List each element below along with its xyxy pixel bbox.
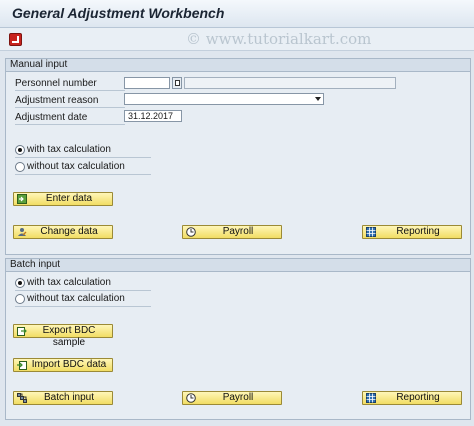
batch-without-tax-label[interactable]: without tax calculation xyxy=(27,293,125,305)
export-icon xyxy=(17,327,27,336)
import-bdc-label: Import BDC data xyxy=(31,359,107,370)
reporting-grid-icon xyxy=(366,393,376,403)
manual-with-tax-radio[interactable] xyxy=(15,145,25,155)
manual-without-tax-label[interactable]: without tax calculation xyxy=(27,161,125,173)
batch-without-tax-radio[interactable] xyxy=(15,294,25,304)
batch-with-tax-label[interactable]: with tax calculation xyxy=(27,277,111,289)
reporting-grid-icon xyxy=(366,227,376,237)
personnel-number-label: Personnel number xyxy=(15,78,97,89)
adjustment-reason-select[interactable] xyxy=(124,93,324,105)
reporting-label: Reporting xyxy=(396,226,440,237)
batch-input-group: Batch input with tax calculation without… xyxy=(5,258,471,420)
personnel-number-input[interactable] xyxy=(124,77,170,89)
adjustment-date-underline xyxy=(15,124,125,125)
export-bdc-label: Export BDC sample xyxy=(42,325,96,348)
manual-radio-underline-2 xyxy=(15,174,151,175)
export-bdc-button[interactable]: Export BDC sample xyxy=(13,324,113,348)
adjustment-reason-label: Adjustment reason xyxy=(15,95,99,106)
batch-input-header: Batch input xyxy=(6,259,470,272)
batch-payroll-label: Payroll xyxy=(222,392,254,403)
change-data-icon xyxy=(18,228,27,236)
enter-data-icon xyxy=(17,194,27,204)
adjustment-date-input[interactable]: 31.12.2017 xyxy=(124,110,182,122)
batch-with-tax-radio[interactable] xyxy=(15,278,25,288)
adjustment-date-label: Adjustment date xyxy=(15,112,88,123)
payroll-button[interactable]: Payroll xyxy=(182,225,282,239)
change-data-button[interactable]: Change data xyxy=(13,225,113,239)
personnel-number-underline xyxy=(15,90,125,91)
manual-input-group: Manual input Personnel number Adjustment… xyxy=(5,58,471,255)
title-bar: General Adjustment Workbench xyxy=(0,0,474,28)
change-data-label: Change data xyxy=(40,226,98,237)
manual-input-header: Manual input xyxy=(6,59,470,72)
batch-input-button[interactable]: Batch input xyxy=(13,391,113,405)
import-bdc-button[interactable]: Import BDC data xyxy=(13,358,113,372)
import-icon xyxy=(17,361,27,370)
watermark: © www.tutorialkart.com xyxy=(186,30,372,48)
enter-data-label: Enter data xyxy=(45,193,93,204)
batch-radio-underline-2 xyxy=(15,306,151,307)
batch-radio-underline-1 xyxy=(15,290,151,291)
manual-radio-underline-1 xyxy=(15,157,151,158)
batch-input-label: Batch input xyxy=(43,392,95,403)
reporting-button[interactable]: Reporting xyxy=(362,225,462,239)
value-help-icon[interactable] xyxy=(172,77,182,89)
personnel-name-display xyxy=(184,77,396,89)
manual-with-tax-label[interactable]: with tax calculation xyxy=(27,144,111,156)
manual-without-tax-radio[interactable] xyxy=(15,162,25,172)
batch-payroll-button[interactable]: Payroll xyxy=(182,391,282,405)
payroll-clock-icon xyxy=(186,393,196,403)
execute-icon[interactable] xyxy=(9,33,22,46)
window-title: General Adjustment Workbench xyxy=(12,5,225,21)
adjustment-reason-underline xyxy=(15,107,125,108)
payroll-label: Payroll xyxy=(222,226,254,237)
batch-reporting-button[interactable]: Reporting xyxy=(362,391,462,405)
batch-reporting-label: Reporting xyxy=(396,392,440,403)
batch-input-icon xyxy=(17,393,27,403)
chevron-down-icon[interactable] xyxy=(315,97,321,101)
enter-data-button[interactable]: Enter data xyxy=(13,192,113,206)
payroll-clock-icon xyxy=(186,227,196,237)
